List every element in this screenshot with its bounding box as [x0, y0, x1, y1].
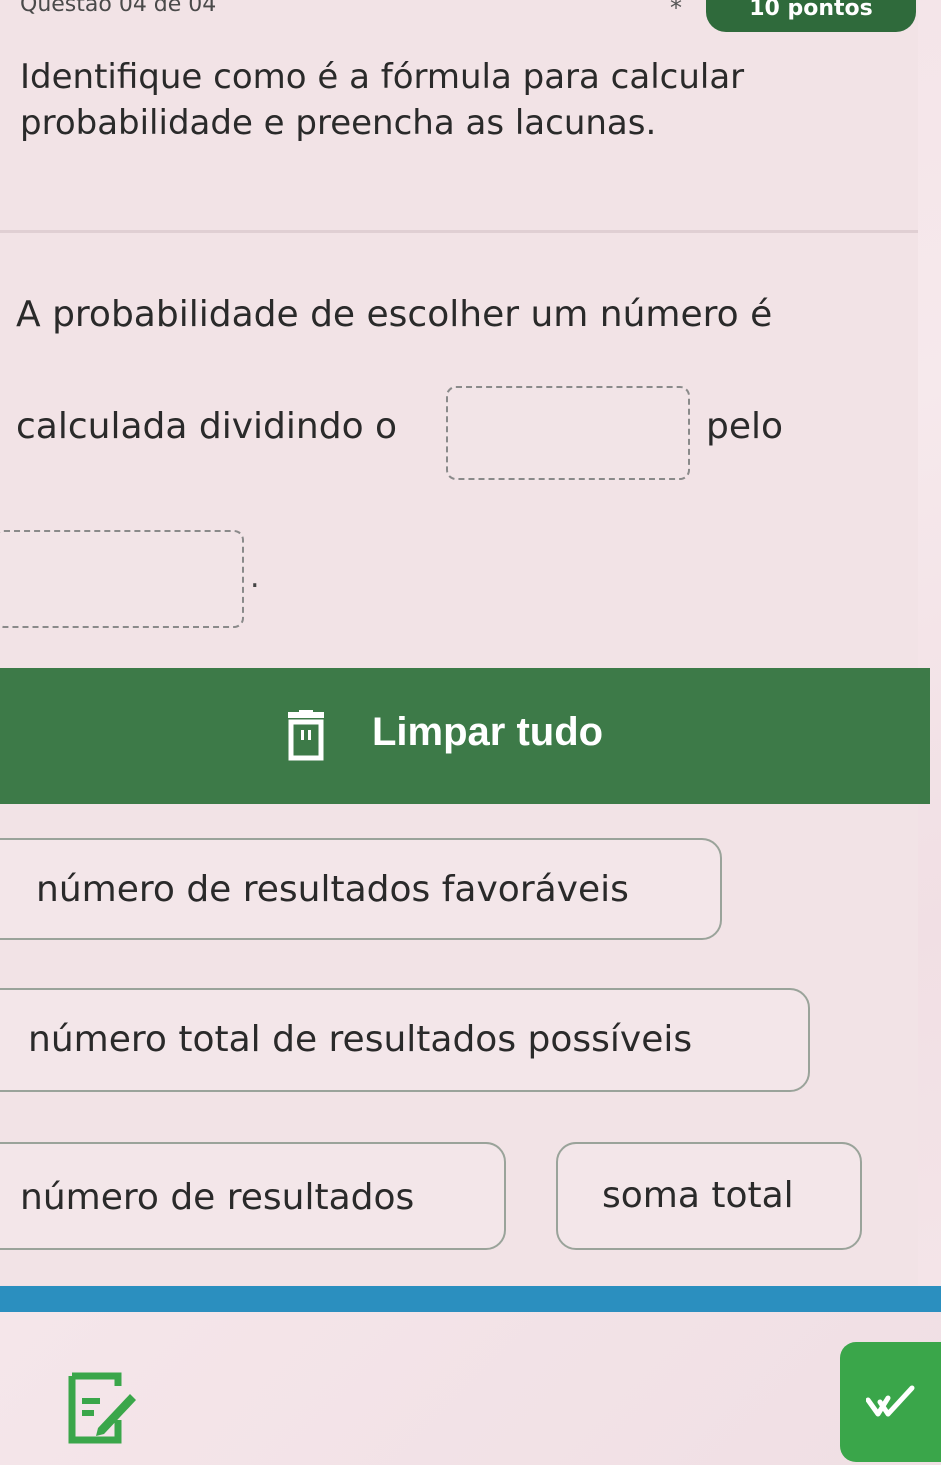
blank-slot-1[interactable] [446, 386, 690, 480]
notes-icon[interactable] [68, 1372, 138, 1444]
top-bar: Questão 04 de 04 * 10 pontos [0, 0, 941, 34]
option-chip-sum-total[interactable]: soma total [556, 1142, 862, 1250]
quiz-page: Questão 04 de 04 * 10 pontos Identifique… [0, 0, 941, 1465]
sentence-end: . [250, 560, 260, 595]
clear-all-label: Limpar tudo [372, 710, 604, 754]
sentence-part-1: A probabilidade de escolher um número é [16, 294, 773, 335]
option-chip-results[interactable]: número de resultados [0, 1142, 506, 1250]
bottom-toolbar [0, 1312, 941, 1465]
required-marker: * [670, 0, 682, 22]
check-icon [866, 1385, 915, 1417]
sentence-part-2: calculada dividindo o [16, 406, 398, 447]
sentence-part-3: pelo [706, 406, 784, 447]
points-badge: 10 pontos [706, 0, 916, 32]
option-chip-total-possible[interactable]: número total de resultados possíveis [0, 988, 810, 1092]
question-counter: Questão 04 de 04 [20, 0, 217, 17]
question-prompt: Identifique como é a fórmula para calcul… [20, 57, 745, 143]
option-chip-favorable[interactable]: número de resultados favoráveis [0, 838, 722, 940]
footer-divider [0, 1286, 941, 1312]
trash-icon [288, 710, 324, 761]
blank-slot-2[interactable] [0, 530, 244, 628]
